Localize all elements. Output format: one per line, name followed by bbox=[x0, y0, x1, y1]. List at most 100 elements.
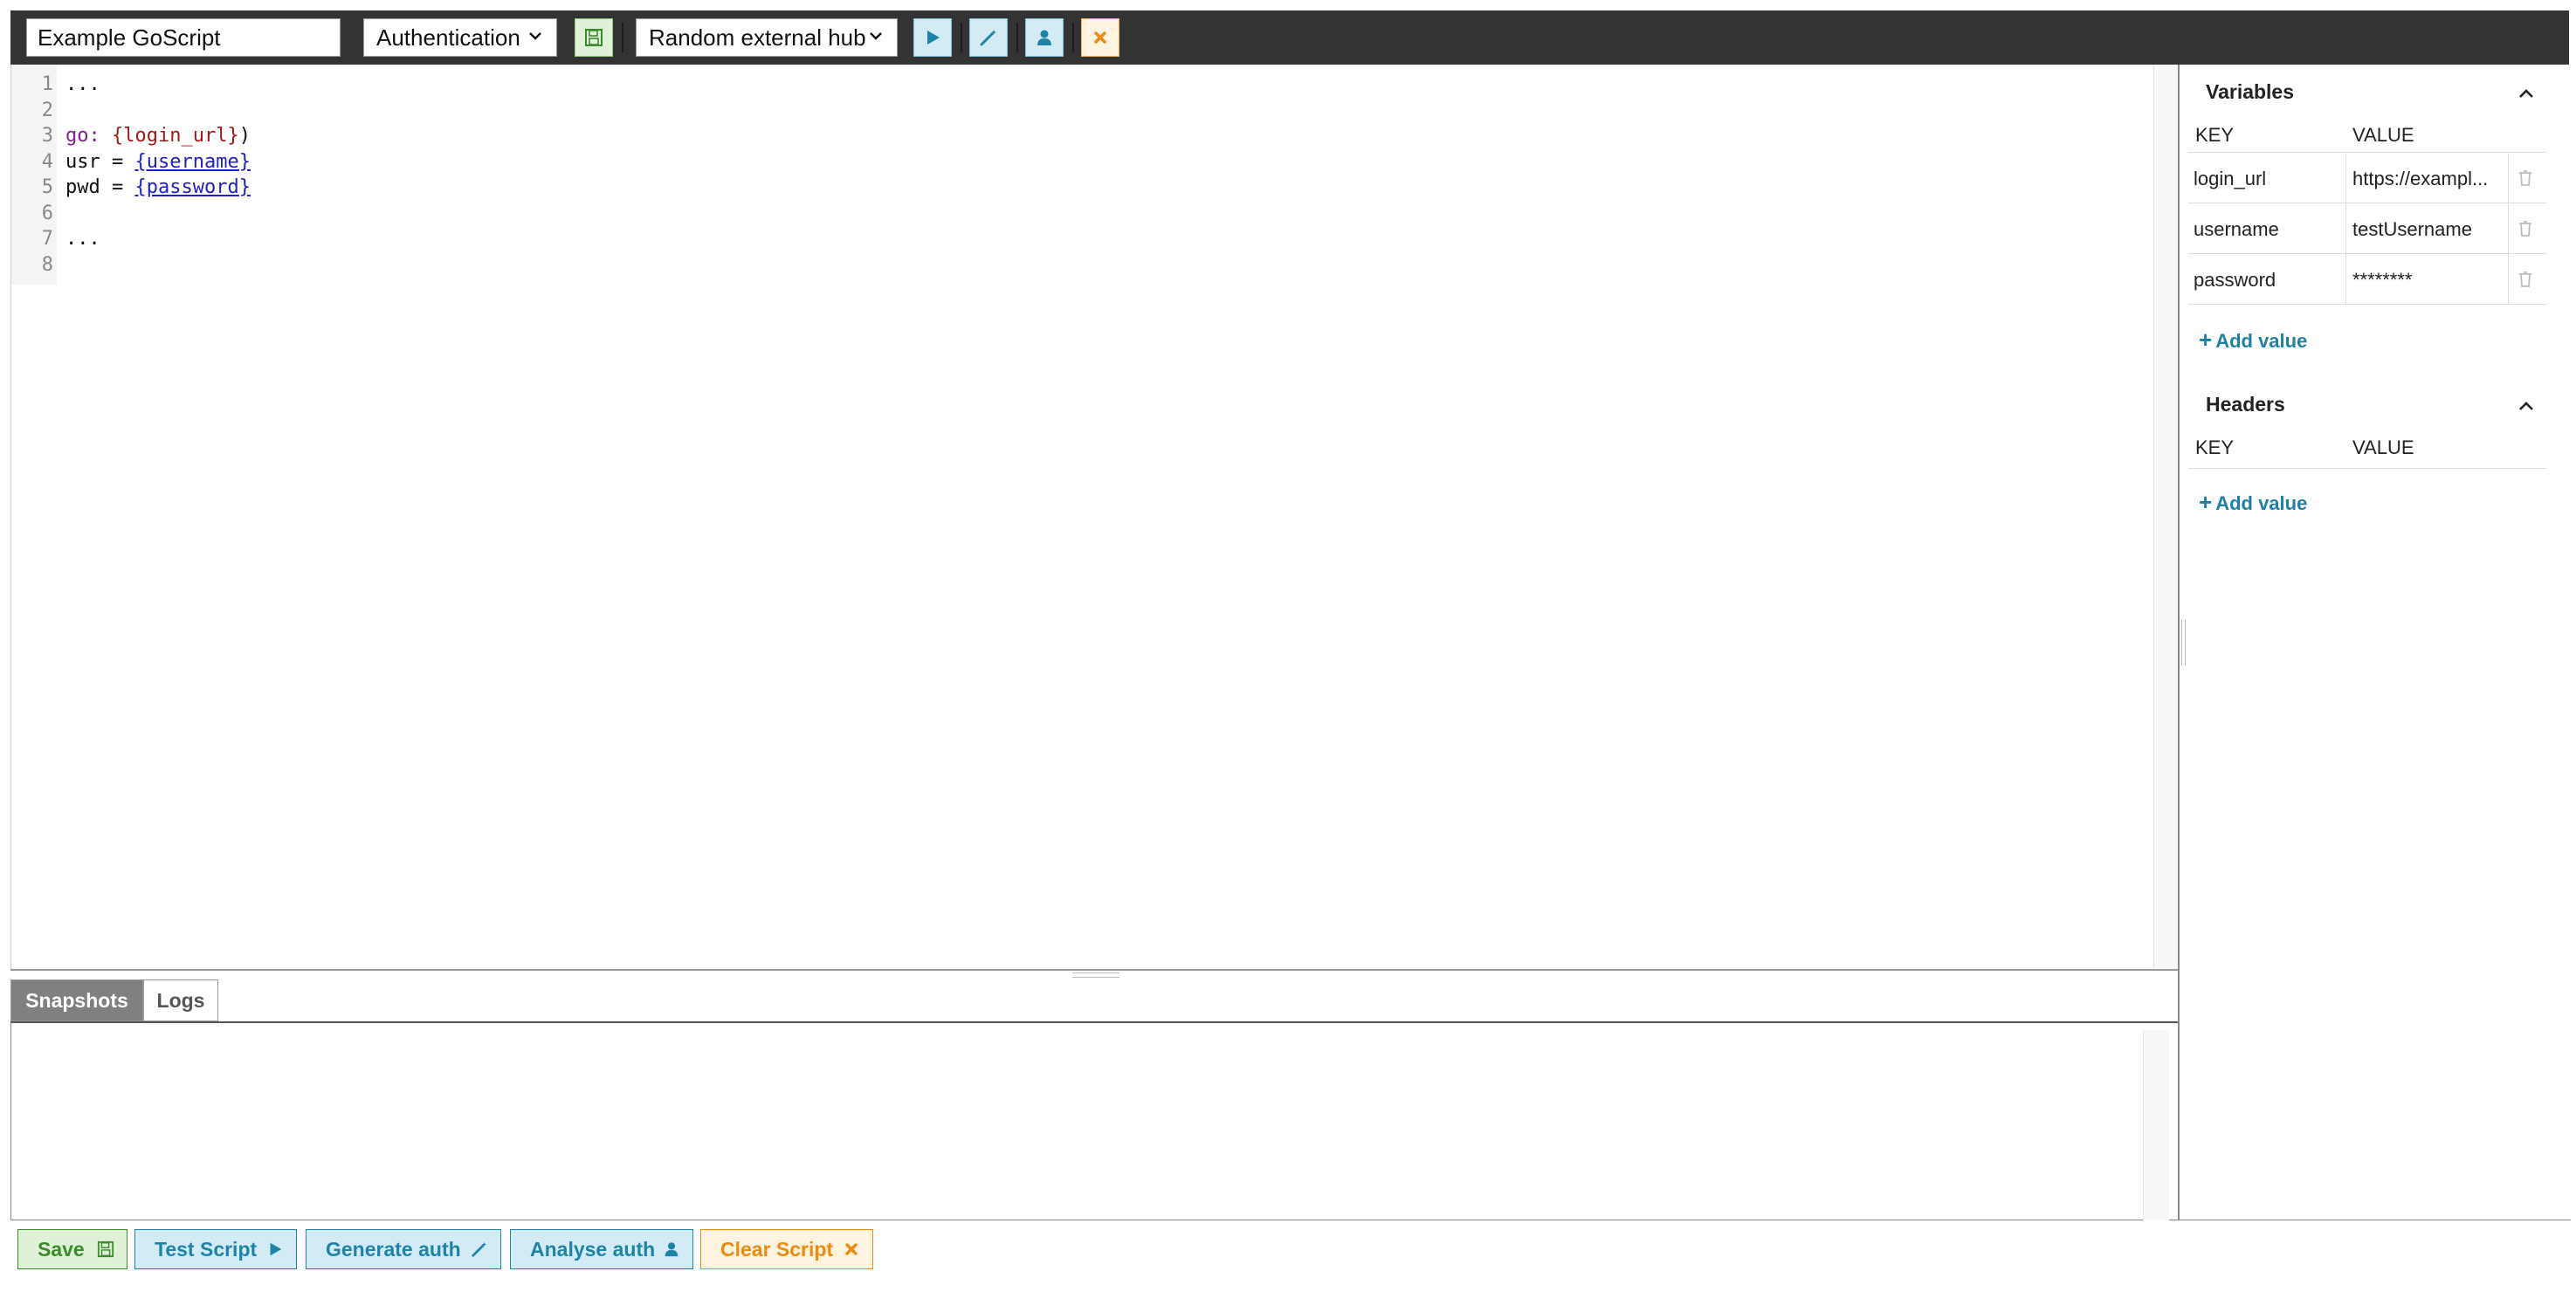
variable-value[interactable]: testUsername bbox=[2352, 218, 2508, 241]
variable-key[interactable]: password bbox=[2194, 269, 2276, 292]
panel-splitter[interactable] bbox=[10, 969, 2178, 971]
user-icon bbox=[665, 1242, 678, 1257]
clear-script-label: Clear Script bbox=[720, 1238, 834, 1261]
code-text: ) bbox=[238, 125, 251, 147]
action-bar: Save Test Script Generate auth Analyse a… bbox=[0, 1220, 2576, 1292]
column-divider bbox=[2508, 154, 2509, 304]
plus-icon: + bbox=[2199, 326, 2213, 353]
editor-scrollbar[interactable] bbox=[2153, 65, 2178, 969]
snapshots-panel bbox=[10, 1023, 2178, 1220]
script-type-value: Authentication bbox=[376, 24, 520, 51]
variables-title: Variables bbox=[2206, 80, 2295, 103]
generate-auth-button[interactable]: Generate auth bbox=[306, 1229, 501, 1269]
code-variable-link[interactable]: {password} bbox=[134, 176, 250, 198]
variable-value[interactable]: ******** bbox=[2352, 269, 2508, 292]
code-text: ... bbox=[65, 73, 100, 95]
script-name-input[interactable] bbox=[26, 18, 341, 57]
divider bbox=[2188, 304, 2546, 305]
trash-icon[interactable] bbox=[2518, 169, 2532, 187]
trash-icon[interactable] bbox=[2518, 220, 2532, 237]
add-variable-button[interactable]: + Add value bbox=[2199, 326, 2307, 354]
line-number-gutter: 1 2 3 4 5 6 7 8 bbox=[11, 65, 57, 285]
hub-select[interactable]: Random external hub bbox=[636, 18, 898, 57]
test-script-label: Test Script bbox=[155, 1238, 258, 1261]
line-number: 6 bbox=[41, 203, 53, 224]
code-text: pwd = bbox=[65, 176, 135, 198]
test-script-icon-button[interactable] bbox=[913, 18, 952, 57]
variables-key-header: KEY bbox=[2195, 124, 2235, 146]
magic-wand-icon bbox=[980, 30, 996, 46]
save-icon-button[interactable] bbox=[575, 18, 613, 57]
close-icon bbox=[1094, 31, 1106, 44]
line-number: 5 bbox=[41, 176, 53, 198]
divider bbox=[2188, 468, 2546, 469]
test-script-button[interactable]: Test Script bbox=[134, 1229, 297, 1269]
add-header-label: Add value bbox=[2215, 492, 2308, 514]
headers-key-header: KEY bbox=[2195, 436, 2235, 458]
splitter-handle[interactable] bbox=[1072, 972, 1119, 978]
variables-sidebar: Variables KEY VALUE login_url https://ex… bbox=[2178, 65, 2571, 1220]
headers-title: Headers bbox=[2206, 393, 2285, 416]
play-icon bbox=[927, 31, 940, 45]
play-icon bbox=[270, 1242, 282, 1256]
divider bbox=[2188, 152, 2546, 153]
generate-auth-label: Generate auth bbox=[326, 1238, 461, 1261]
generate-auth-icon-button[interactable] bbox=[969, 18, 1008, 57]
chevron-down-icon bbox=[870, 32, 882, 40]
floppy-disk-icon bbox=[585, 29, 603, 46]
headers-value-header: VALUE bbox=[2352, 436, 2414, 458]
save-button[interactable]: Save bbox=[17, 1229, 127, 1269]
close-icon bbox=[845, 1243, 858, 1255]
line-number: 4 bbox=[41, 151, 53, 173]
tab-logs[interactable]: Logs bbox=[143, 979, 218, 1021]
code-editor[interactable]: 1 2 3 4 5 6 7 8 ... go: {login_url}) usr… bbox=[10, 65, 2178, 969]
code-line[interactable]: usr = {username} bbox=[65, 151, 251, 173]
code-line[interactable]: go: {login_url}) bbox=[65, 125, 251, 147]
magic-wand-icon bbox=[472, 1241, 487, 1257]
code-text: usr = bbox=[65, 151, 135, 173]
analyse-auth-label: Analyse auth bbox=[530, 1238, 656, 1261]
toolbar-separator bbox=[1016, 23, 1018, 52]
add-variable-label: Add value bbox=[2215, 330, 2308, 352]
code-line[interactable]: pwd = {password} bbox=[65, 176, 251, 198]
toolbar-separator bbox=[961, 23, 962, 52]
chevron-down-icon bbox=[529, 32, 541, 40]
trash-icon[interactable] bbox=[2518, 271, 2532, 288]
script-type-select[interactable]: Authentication bbox=[363, 18, 557, 57]
chevron-up-icon[interactable] bbox=[2517, 84, 2536, 103]
floppy-disk-icon bbox=[97, 1240, 114, 1258]
code-line[interactable]: ... bbox=[65, 228, 100, 250]
toolbar: Authentication Random external hub bbox=[10, 10, 2569, 65]
analyse-auth-button[interactable]: Analyse auth bbox=[510, 1229, 693, 1269]
code-variable-link[interactable]: {username} bbox=[134, 151, 250, 173]
add-header-button[interactable]: + Add value bbox=[2199, 489, 2307, 516]
panel-scrollbar[interactable] bbox=[2143, 1030, 2169, 1220]
save-button-label: Save bbox=[38, 1238, 85, 1261]
line-number: 2 bbox=[41, 100, 53, 121]
tab-snapshots[interactable]: Snapshots bbox=[10, 979, 143, 1021]
variables-value-header: VALUE bbox=[2352, 124, 2414, 146]
code-line[interactable]: ... bbox=[65, 73, 100, 95]
plus-icon: + bbox=[2199, 489, 2213, 515]
sidebar-resize-handle[interactable] bbox=[2181, 620, 2186, 665]
code-keyword: go: bbox=[65, 125, 100, 147]
clear-script-icon-button[interactable] bbox=[1081, 18, 1119, 57]
clear-script-button[interactable]: Clear Script bbox=[700, 1229, 873, 1269]
user-icon bbox=[1037, 30, 1051, 45]
toolbar-separator bbox=[1072, 23, 1074, 52]
chevron-up-icon[interactable] bbox=[2517, 396, 2536, 416]
column-divider bbox=[2345, 154, 2346, 304]
toolbar-separator bbox=[622, 23, 623, 52]
line-number: 8 bbox=[41, 254, 53, 276]
hub-value: Random external hub bbox=[649, 24, 866, 51]
code-param: {login_url} bbox=[112, 125, 239, 147]
analyse-auth-icon-button[interactable] bbox=[1025, 18, 1064, 57]
variable-key[interactable]: username bbox=[2194, 218, 2279, 241]
variable-key[interactable]: login_url bbox=[2194, 168, 2266, 190]
line-number: 3 bbox=[41, 125, 53, 147]
divider bbox=[2188, 253, 2546, 254]
code-text: ... bbox=[65, 228, 100, 250]
line-number: 7 bbox=[41, 228, 53, 250]
variable-value[interactable]: https://exampl... bbox=[2352, 168, 2508, 190]
line-number: 1 bbox=[41, 73, 53, 95]
